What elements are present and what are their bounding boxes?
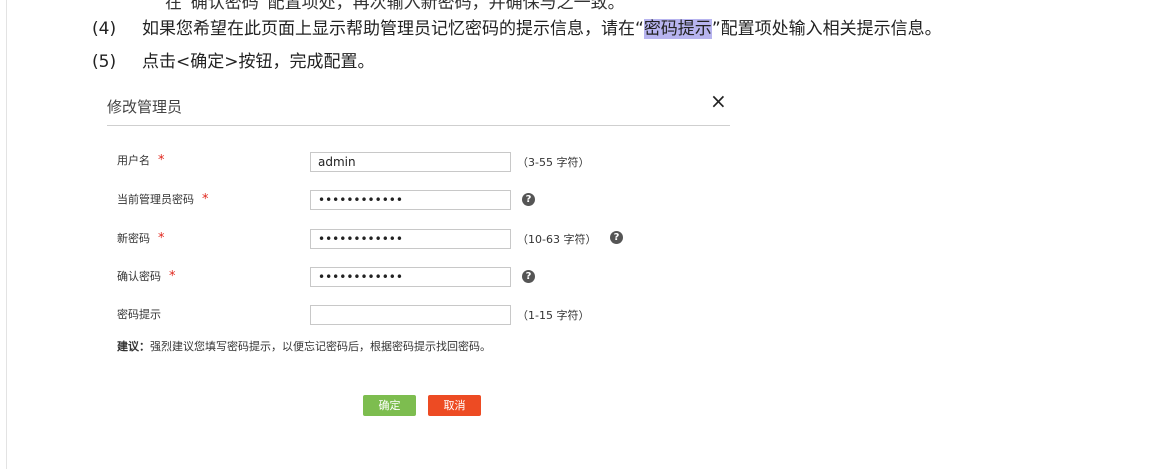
password-hint-hint: （1-15 字符） [517, 309, 590, 322]
help-icon[interactable]: ? [522, 270, 535, 283]
required-mark: * [169, 269, 176, 284]
current-password-label: 当前管理员密码 [117, 193, 194, 206]
doc-clipped-line: 在“确认密码”配置项处，再次输入新密码，并确保与之一致。 [165, 0, 625, 13]
required-mark: * [202, 192, 209, 207]
username-label: 用户名 [117, 154, 150, 167]
doc-step-5: (5) 点击<确定>按钮，完成配置。 [92, 47, 375, 72]
step-text-after: ”配置项处输入相关提示信息。 [711, 19, 942, 39]
help-icon[interactable]: ? [522, 193, 535, 206]
doc-step-4: (4) 如果您希望在此页面上显示帮助管理员记忆密码的提示信息，请在“密码提示”配置… [92, 14, 942, 39]
help-icon[interactable]: ? [610, 231, 623, 244]
modify-admin-dialog: 修改管理员 × 用户名 * admin （3-55 字符） 当前管理员密码 * ••… [107, 88, 730, 428]
current-password-label-row: 当前管理员密码 * [117, 191, 209, 207]
username-input[interactable]: admin [310, 152, 511, 172]
required-mark: * [158, 153, 165, 168]
confirm-password-label-row: 确认密码 * [117, 268, 176, 284]
cancel-button[interactable]: 取消 [428, 395, 481, 416]
confirm-password-input[interactable]: •••••••••••• [310, 267, 511, 287]
new-password-hint: （10-63 字符） [517, 233, 597, 246]
step-text-before: 如果您希望在此页面上显示帮助管理员记忆密码的提示信息，请在“ [142, 19, 644, 39]
new-password-label: 新密码 [117, 232, 150, 245]
ok-button[interactable]: 确定 [363, 395, 416, 416]
confirm-password-label: 确认密码 [117, 270, 161, 283]
password-hint-label-row: 密码提示 [117, 306, 161, 322]
required-mark: * [158, 231, 165, 246]
step-number: (4) [92, 19, 117, 39]
current-password-input[interactable]: •••••••••••• [310, 190, 511, 210]
username-hint: （3-55 字符） [517, 156, 590, 169]
new-password-label-row: 新密码 * [117, 230, 165, 246]
page-left-border [6, 0, 7, 469]
new-password-input[interactable]: •••••••••••• [310, 229, 511, 249]
suggestion-text: 建议：强烈建议您填写密码提示，以便忘记密码后，根据密码提示找回密码。 [117, 338, 491, 354]
suggestion-prefix: 建议： [117, 340, 150, 353]
dialog-title: 修改管理员 [107, 98, 183, 116]
highlighted-term: 密码提示 [643, 19, 712, 39]
close-icon[interactable]: × [710, 90, 727, 112]
password-hint-label: 密码提示 [117, 308, 161, 321]
step-number: (5) [92, 52, 117, 72]
suggestion-body: 强烈建议您填写密码提示，以便忘记密码后，根据密码提示找回密码。 [150, 340, 491, 353]
step-text: 点击<确定>按钮，完成配置。 [142, 52, 375, 72]
dialog-divider [107, 125, 730, 126]
username-label-row: 用户名 * [117, 152, 165, 168]
password-hint-input[interactable] [310, 305, 511, 325]
